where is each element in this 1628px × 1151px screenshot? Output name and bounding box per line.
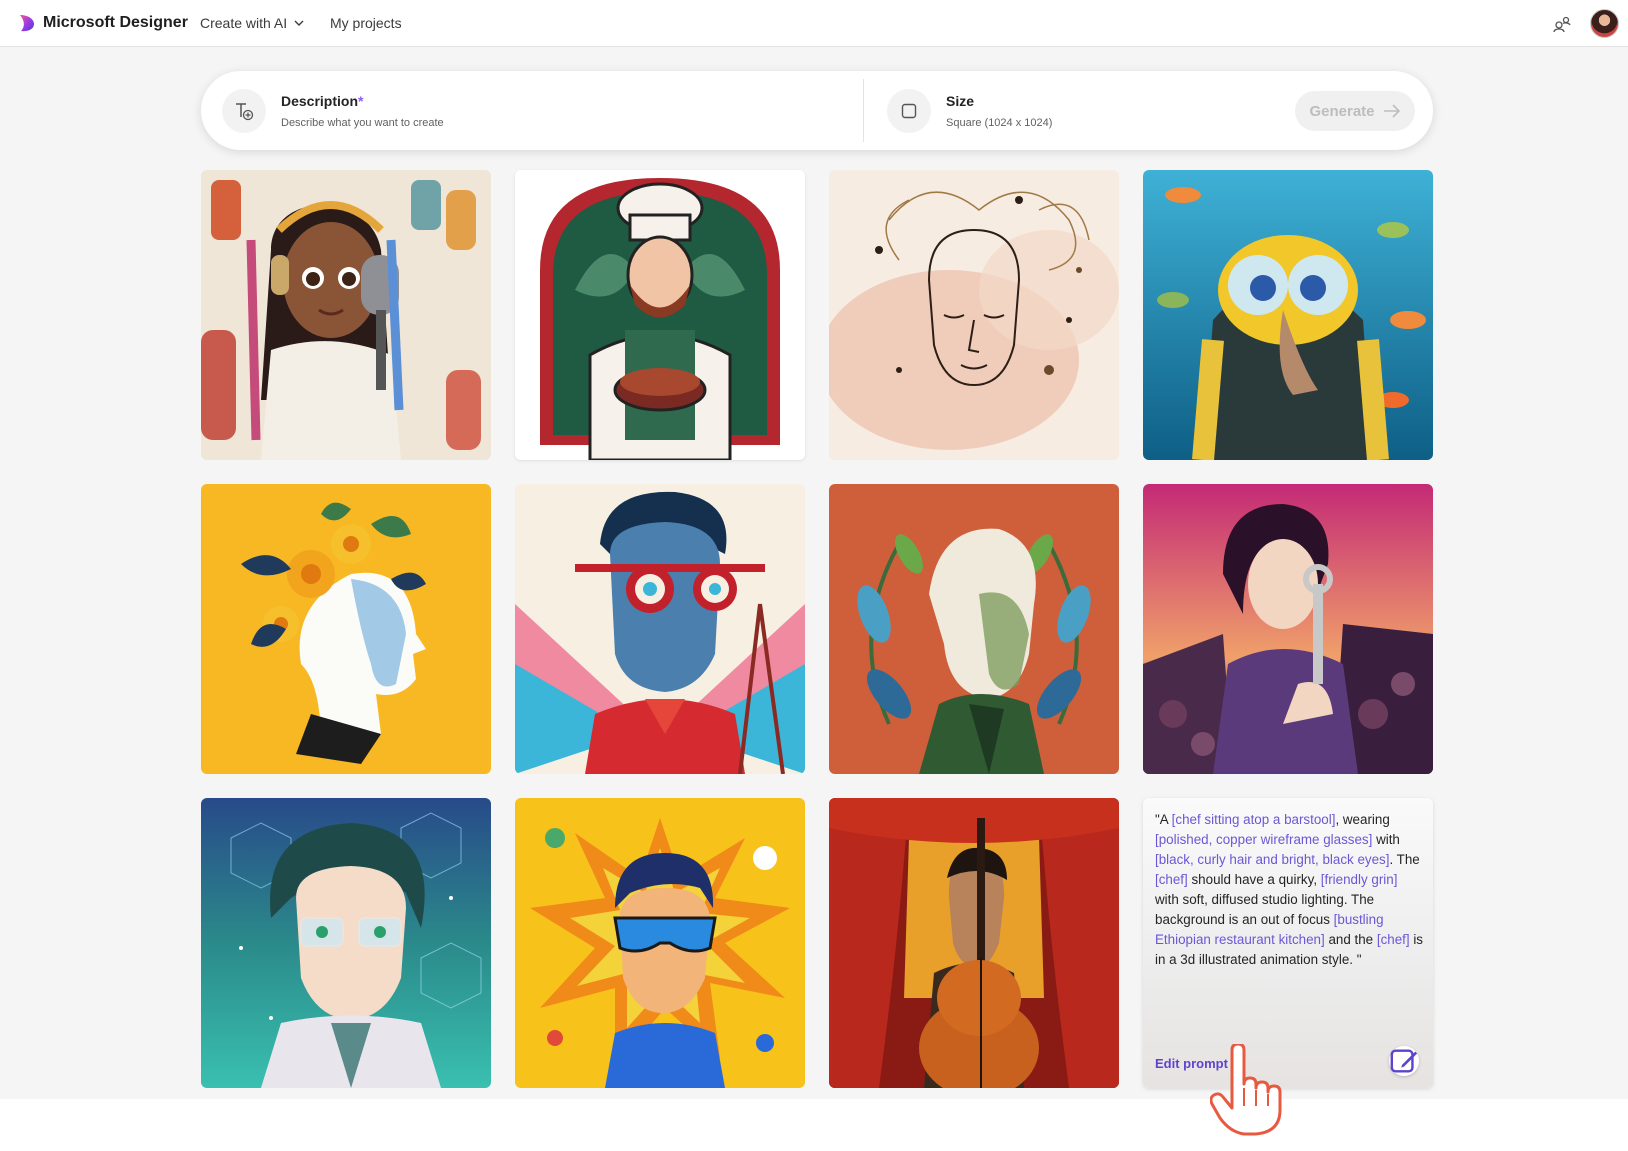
prompt-card[interactable]: "A [chef sitting atop a barstool], weari… (1143, 798, 1433, 1088)
nav-create-with-ai[interactable]: Create with AI (200, 15, 305, 31)
app-brand: Microsoft Designer (43, 14, 188, 31)
prompt-highlight[interactable]: [chef] (1377, 932, 1410, 947)
arrow-right-icon (1383, 104, 1400, 118)
gallery-image-chef-with-pie[interactable] (515, 170, 805, 460)
gallery-image-cellist-theater[interactable] (829, 798, 1119, 1088)
gallery-image-boy-comic-burst[interactable] (515, 798, 805, 1088)
designer-logo-icon (20, 15, 34, 32)
user-avatar[interactable] (1590, 9, 1619, 38)
anime-man-illustration (201, 798, 491, 1088)
gallery-image-old-man-leaves[interactable] (829, 484, 1119, 774)
gallery-image-woman-with-wrench[interactable] (1143, 484, 1433, 774)
gallery-image-spiral-glasses-man[interactable] (515, 484, 805, 774)
square-size-icon[interactable] (887, 89, 931, 133)
paper-cut-flower-illustration (201, 484, 491, 774)
chevron-down-icon (294, 20, 304, 26)
description-label-text: Description (281, 93, 359, 109)
woman-wrench-illustration (1143, 484, 1433, 774)
edit-image-icon[interactable] (1389, 1046, 1419, 1076)
generate-button[interactable]: Generate (1295, 91, 1415, 131)
prompt-segment: . The (1389, 852, 1420, 867)
nav-create-label: Create with AI (200, 15, 288, 31)
description-input[interactable]: Describe what you want to create (281, 117, 444, 129)
required-asterisk: * (358, 93, 364, 109)
prompt-bar: Description* Describe what you want to c… (201, 71, 1433, 150)
chef-illustration (515, 170, 805, 460)
gallery-image-paper-cut-flower-head[interactable] (201, 484, 491, 774)
prompt-highlight[interactable]: [friendly grin] (1321, 872, 1398, 887)
prompt-highlight[interactable]: [polished, copper wireframe glasses] (1155, 832, 1372, 847)
generate-label: Generate (1309, 102, 1375, 120)
size-value[interactable]: Square (1024 x 1024) (946, 117, 1052, 129)
description-label: Description* (281, 93, 363, 109)
prompt-segment: should have a quirky, (1187, 872, 1321, 887)
old-man-leaves-illustration (829, 484, 1119, 774)
top-bar: Microsoft Designer Create with AI My pro… (0, 0, 1628, 47)
boy-comic-burst-illustration (515, 798, 805, 1088)
prompt-bar-divider (863, 79, 864, 142)
gallery-image-scuba-diver[interactable] (1143, 170, 1433, 460)
gallery-image-line-art-face[interactable] (829, 170, 1119, 460)
spiral-glasses-man-illustration (515, 484, 805, 774)
prompt-highlight[interactable]: [chef] (1155, 872, 1188, 887)
prompt-segment: and the (1324, 932, 1377, 947)
people-share-icon[interactable] (1552, 14, 1572, 34)
gallery-image-girl-with-headphones[interactable] (201, 170, 491, 460)
scuba-diver-illustration (1143, 170, 1433, 460)
pointer-hand-cursor-icon (1210, 1044, 1282, 1136)
gallery-image-anime-man-glasses[interactable] (201, 798, 491, 1088)
line-art-face-illustration (829, 170, 1119, 460)
prompt-text: "A [chef sitting atop a barstool], weari… (1155, 810, 1423, 970)
page-footer-area (0, 1099, 1628, 1151)
cellist-illustration (829, 798, 1119, 1088)
prompt-segment: "A (1155, 812, 1172, 827)
text-add-icon[interactable] (222, 89, 266, 133)
girl-illustration (201, 170, 491, 460)
prompt-highlight[interactable]: [chef sitting atop a barstool] (1172, 812, 1336, 827)
prompt-highlight[interactable]: [black, curly hair and bright, black eye… (1155, 852, 1389, 867)
prompt-segment: , wearing (1335, 812, 1390, 827)
prompt-segment: with (1372, 832, 1400, 847)
size-label: Size (946, 93, 975, 109)
nav-my-projects[interactable]: My projects (330, 15, 402, 31)
